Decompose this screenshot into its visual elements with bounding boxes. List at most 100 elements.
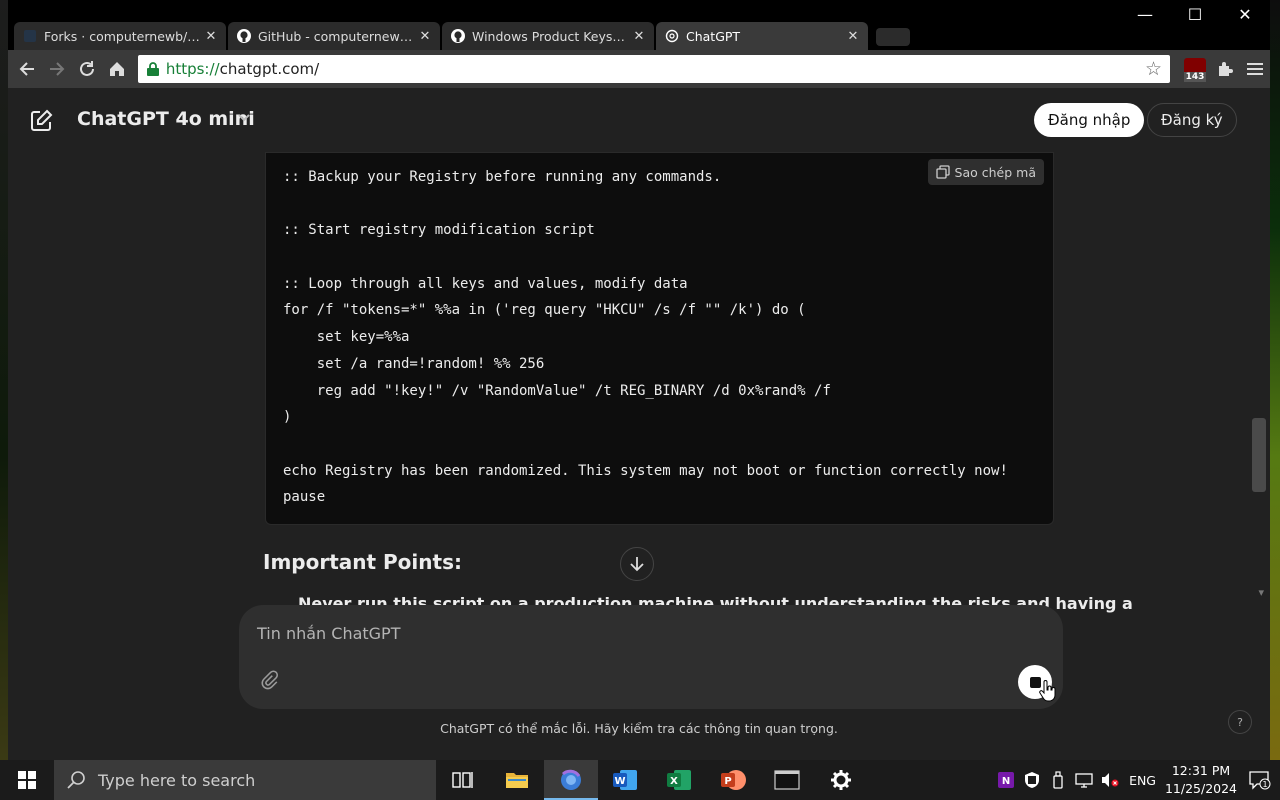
file-explorer-button[interactable] [490, 760, 544, 800]
start-button[interactable] [0, 760, 54, 800]
help-button[interactable]: ? [1228, 710, 1252, 734]
hand-cursor-icon [1039, 680, 1056, 702]
menu-button[interactable] [1240, 54, 1270, 84]
tab-close-icon[interactable]: ✕ [846, 29, 860, 44]
notification-icon: 1 [1249, 771, 1271, 790]
word-button[interactable]: W [598, 760, 652, 800]
maximize-button[interactable]: ☐ [1170, 0, 1220, 28]
powerpoint-icon: P [721, 770, 746, 790]
clock-date: 11/25/2024 [1164, 781, 1238, 796]
browser-taskbar-button[interactable] [544, 760, 598, 800]
page-scrollbar-thumb[interactable] [1252, 418, 1266, 492]
onenote-tray-icon[interactable]: N [993, 760, 1019, 800]
volume-muted-icon[interactable] [1097, 760, 1123, 800]
ublock-badge: 143 [1183, 72, 1207, 82]
code-line: echo Registry has been randomized. This … [283, 462, 1008, 479]
usb-device-icon[interactable] [1045, 760, 1071, 800]
code-line: set key=%%a [283, 329, 410, 346]
clock[interactable]: 12:31 PM 11/25/2024 [1162, 762, 1240, 798]
arrow-down-icon [630, 557, 644, 572]
tab-title: Forks · computernewb/collab-vm [44, 28, 200, 44]
settings-button[interactable] [814, 760, 868, 800]
code-content: :: Backup your Registry before running a… [283, 164, 1039, 511]
new-chat-edit-icon[interactable] [28, 108, 54, 134]
github-icon [236, 28, 252, 44]
page-header: ChatGPT 4o mini Đăng nhập Đăng ký [8, 88, 1270, 152]
code-block: Sao chép mã :: Backup your Registry befo… [265, 152, 1054, 525]
svg-text:P: P [724, 776, 731, 787]
code-line: :: Backup your Registry before running a… [283, 169, 722, 185]
minimize-button[interactable]: — [1120, 0, 1170, 28]
excel-button[interactable]: X [652, 760, 706, 800]
fork-icon [22, 28, 38, 44]
forward-button[interactable] [42, 54, 72, 84]
svg-text:N: N [1002, 776, 1010, 787]
taskbar-search[interactable]: Type here to search [54, 760, 436, 800]
code-line: :: Loop through all keys and values, mod… [283, 275, 688, 292]
security-shield-icon[interactable] [1019, 760, 1045, 800]
message-input[interactable]: Tin nhắn ChatGPT [257, 624, 400, 643]
scrollbar-down-arrow-icon[interactable]: ▾ [1258, 586, 1264, 599]
terminal-icon [774, 770, 800, 790]
browser-icon [561, 769, 581, 790]
address-bar[interactable]: https://chatgpt.com/ ☆ [137, 55, 1171, 83]
scroll-to-bottom-button[interactable] [620, 547, 654, 581]
network-icon[interactable] [1071, 760, 1097, 800]
extension-icons: uo143 [1180, 54, 1270, 84]
back-button[interactable] [12, 54, 42, 84]
browser-toolbar: https://chatgpt.com/ ☆ uo143 [8, 50, 1270, 88]
notification-count: 1 [1262, 780, 1267, 789]
arrow-right-icon [49, 62, 65, 76]
home-icon [109, 62, 124, 76]
tab-title: ChatGPT [686, 28, 741, 44]
model-selector[interactable]: ChatGPT 4o mini [77, 108, 255, 130]
lock-icon [146, 62, 159, 76]
task-view-button[interactable] [436, 760, 490, 800]
svg-text:W: W [614, 776, 625, 787]
chevron-down-icon[interactable] [236, 109, 252, 125]
code-line: :: Start registry modification script [283, 222, 595, 239]
tab-title: Windows Product Keys · GitHub [472, 28, 628, 44]
desktop-wallpaper-left [0, 0, 8, 760]
tab-chatgpt[interactable]: ChatGPT ✕ [656, 22, 868, 50]
code-line: for /f "tokens=*" %%a in ('reg query "HK… [283, 302, 806, 319]
code-line: set /a rand=!random! %% 256 [283, 355, 545, 372]
action-center-button[interactable]: 1 [1240, 760, 1280, 800]
powerpoint-button[interactable]: P [706, 760, 760, 800]
tab-forks[interactable]: Forks · computernewb/collab-vm ✕ [14, 22, 226, 50]
home-button[interactable] [102, 54, 132, 84]
terminal-button[interactable] [760, 760, 814, 800]
signup-button[interactable]: Đăng ký [1147, 103, 1237, 137]
input-language[interactable]: ENG [1123, 773, 1162, 788]
tab-title: GitHub - computernewb/collab-vm [258, 28, 414, 44]
paperclip-icon[interactable] [257, 668, 281, 694]
code-line: reg add "!key!" /v "RandomValue" /t REG_… [283, 382, 831, 399]
tab-close-icon[interactable]: ✕ [204, 29, 218, 44]
excel-icon: X [667, 770, 691, 790]
code-line: ) [283, 409, 292, 426]
system-tray: N ENG 12:31 PM 11/25/2024 1 [993, 760, 1280, 800]
tab-close-icon[interactable]: ✕ [632, 29, 646, 44]
login-button[interactable]: Đăng nhập [1034, 103, 1145, 137]
window-controls: — ☐ ✕ [1120, 0, 1270, 28]
reload-button[interactable] [72, 54, 102, 84]
windows-taskbar: Type here to search W X P N ENG 12:31 PM… [0, 760, 1280, 800]
bookmark-star-icon[interactable]: ☆ [1145, 58, 1162, 80]
task-view-icon [452, 772, 473, 788]
tab-list: Forks · computernewb/collab-vm ✕ GitHub … [14, 20, 910, 50]
tab-strip: Forks · computernewb/collab-vm ✕ GitHub … [8, 0, 1270, 50]
tab-close-icon[interactable]: ✕ [418, 29, 432, 44]
new-tab-button[interactable] [876, 28, 910, 46]
tab-github-collab[interactable]: GitHub - computernewb/collab-vm ✕ [228, 22, 440, 50]
extensions-button[interactable] [1210, 54, 1240, 84]
desktop-wallpaper-right [1270, 0, 1280, 760]
section-heading: Important Points: [263, 550, 462, 574]
browser-window: Forks · computernewb/collab-vm ✕ GitHub … [8, 0, 1270, 760]
tab-windows-keys[interactable]: Windows Product Keys · GitHub ✕ [442, 22, 654, 50]
settings-gear-icon [831, 770, 851, 790]
ublock-extension-button[interactable]: uo143 [1180, 54, 1210, 84]
disclaimer-text: ChatGPT có thể mắc lỗi. Hãy kiểm tra các… [440, 721, 838, 736]
close-window-button[interactable]: ✕ [1220, 0, 1270, 28]
